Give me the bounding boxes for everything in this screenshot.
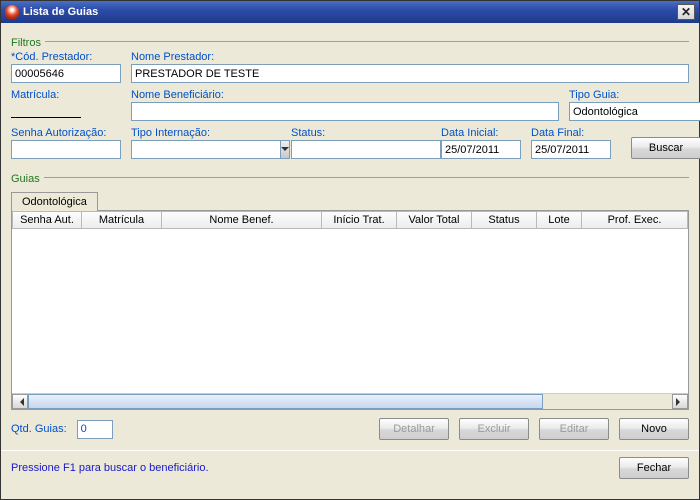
- col-prof-exec[interactable]: Prof. Exec.: [582, 211, 688, 229]
- guias-group: Guias Odontológica Senha Aut. Matrícula …: [11, 167, 689, 440]
- cod-prestador-input[interactable]: [11, 64, 121, 83]
- guias-grid: Senha Aut. Matrícula Nome Benef. Início …: [11, 210, 689, 410]
- col-matricula[interactable]: Matrícula: [82, 211, 162, 229]
- data-final-label: Data Final:: [531, 127, 611, 139]
- qtd-guias-label: Qtd. Guias:: [11, 423, 67, 435]
- status-select[interactable]: [291, 140, 431, 159]
- filtros-group: Filtros *Cód. Prestador: Nome Prestador:…: [11, 31, 689, 159]
- buscar-button[interactable]: Buscar: [631, 137, 700, 159]
- tipo-guia-select[interactable]: [569, 102, 689, 121]
- nome-prestador-input[interactable]: [131, 64, 689, 83]
- data-inicial-input[interactable]: [441, 140, 521, 159]
- data-inicial-label: Data Inicial:: [441, 127, 521, 139]
- fechar-button[interactable]: Fechar: [619, 457, 689, 479]
- app-icon: [5, 5, 19, 19]
- scroll-left-icon[interactable]: [12, 394, 28, 409]
- matricula-input[interactable]: [11, 102, 81, 118]
- nome-benef-input[interactable]: [131, 102, 559, 121]
- scroll-thumb[interactable]: [28, 394, 543, 409]
- close-icon[interactable]: ✕: [677, 4, 695, 20]
- grid-body[interactable]: [12, 229, 688, 393]
- grid-header: Senha Aut. Matrícula Nome Benef. Início …: [12, 211, 688, 229]
- chevron-down-icon[interactable]: [280, 140, 290, 159]
- tipo-guia-label: Tipo Guia:: [569, 89, 689, 101]
- excluir-button[interactable]: Excluir: [459, 418, 529, 440]
- data-final-input[interactable]: [531, 140, 611, 159]
- senha-aut-input[interactable]: [11, 140, 121, 159]
- col-inicio-trat[interactable]: Início Trat.: [322, 211, 397, 229]
- detalhar-button[interactable]: Detalhar: [379, 418, 449, 440]
- horizontal-scrollbar[interactable]: [12, 393, 688, 409]
- tipo-intern-select[interactable]: [131, 140, 281, 159]
- col-valor-total[interactable]: Valor Total: [397, 211, 472, 229]
- tab-odontologica[interactable]: Odontológica: [11, 192, 98, 211]
- col-senha-aut[interactable]: Senha Aut.: [12, 211, 82, 229]
- tipo-intern-label: Tipo Internação:: [131, 127, 281, 139]
- scroll-right-icon[interactable]: [672, 394, 688, 409]
- nome-prestador-label: Nome Prestador:: [131, 51, 689, 63]
- guias-legend: Guias: [11, 173, 44, 185]
- col-lote[interactable]: Lote: [537, 211, 582, 229]
- status-label: Status:: [291, 127, 431, 139]
- editar-button[interactable]: Editar: [539, 418, 609, 440]
- col-nome-benef[interactable]: Nome Benef.: [162, 211, 322, 229]
- cod-prestador-label: *Cód. Prestador:: [11, 51, 121, 63]
- matricula-label: Matrícula:: [11, 89, 121, 101]
- title-bar: Lista de Guias ✕: [1, 1, 699, 23]
- qtd-guias-value[interactable]: [77, 420, 113, 439]
- senha-aut-label: Senha Autorização:: [11, 127, 121, 139]
- filtros-legend: Filtros: [11, 37, 45, 49]
- col-status[interactable]: Status: [472, 211, 537, 229]
- nome-benef-label: Nome Beneficiário:: [131, 89, 559, 101]
- status-hint: Pressione F1 para buscar o beneficiário.: [11, 462, 209, 474]
- window-title: Lista de Guias: [23, 6, 677, 18]
- separator: [1, 450, 699, 451]
- novo-button[interactable]: Novo: [619, 418, 689, 440]
